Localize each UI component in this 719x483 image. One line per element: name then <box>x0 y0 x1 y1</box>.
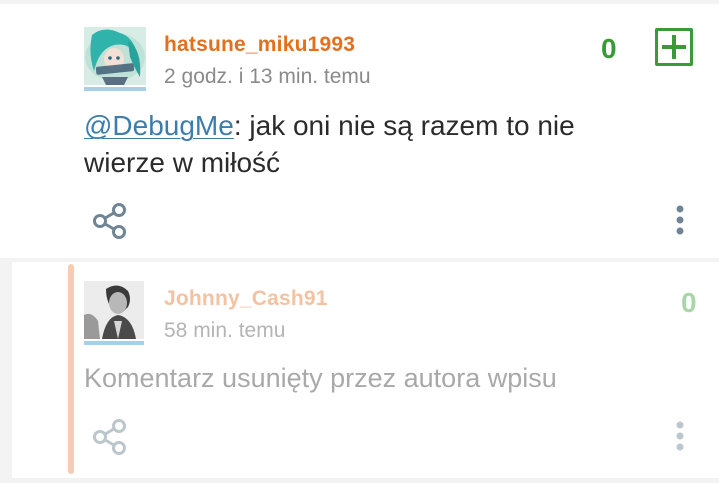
deleted-comment-text: Komentarz usunięty przez autora wpisu <box>84 363 557 393</box>
timestamp: 58 min. temu <box>164 319 286 342</box>
avatar-underline <box>84 87 146 91</box>
plus-icon[interactable] <box>655 28 693 66</box>
username[interactable]: Johnny_Cash91 <box>164 287 328 311</box>
vote-count: 0 <box>681 287 697 318</box>
reply-indent-bar <box>68 264 74 474</box>
comment-body: @DebugMe: jak oni nie są razem to nie wi… <box>84 107 684 181</box>
avatar-image <box>84 27 146 85</box>
share-icon[interactable] <box>92 201 128 241</box>
avatar-image <box>84 281 144 339</box>
vote-count: 0 <box>601 33 617 64</box>
comment-text-line2: wierze w miłość <box>84 147 281 178</box>
comment-card: hatsune_miku1993 2 godz. i 13 min. temu … <box>0 4 719 258</box>
share-icon[interactable] <box>92 417 128 457</box>
more-vertical-icon[interactable] <box>673 204 687 240</box>
comment-thread: hatsune_miku1993 2 godz. i 13 min. temu … <box>0 0 719 483</box>
user-mention-link[interactable]: @DebugMe <box>84 110 234 141</box>
reply-card: Johnny_Cash91 58 min. temu 0 Komentarz u… <box>12 262 719 478</box>
avatar-underline <box>84 341 144 345</box>
avatar[interactable] <box>84 27 146 85</box>
comment-text-line1: : jak oni nie są razem to nie <box>233 110 575 141</box>
username[interactable]: hatsune_miku1993 <box>164 33 355 57</box>
timestamp: 2 godz. i 13 min. temu <box>164 65 371 88</box>
more-vertical-icon[interactable] <box>673 420 687 456</box>
avatar[interactable] <box>84 281 144 339</box>
